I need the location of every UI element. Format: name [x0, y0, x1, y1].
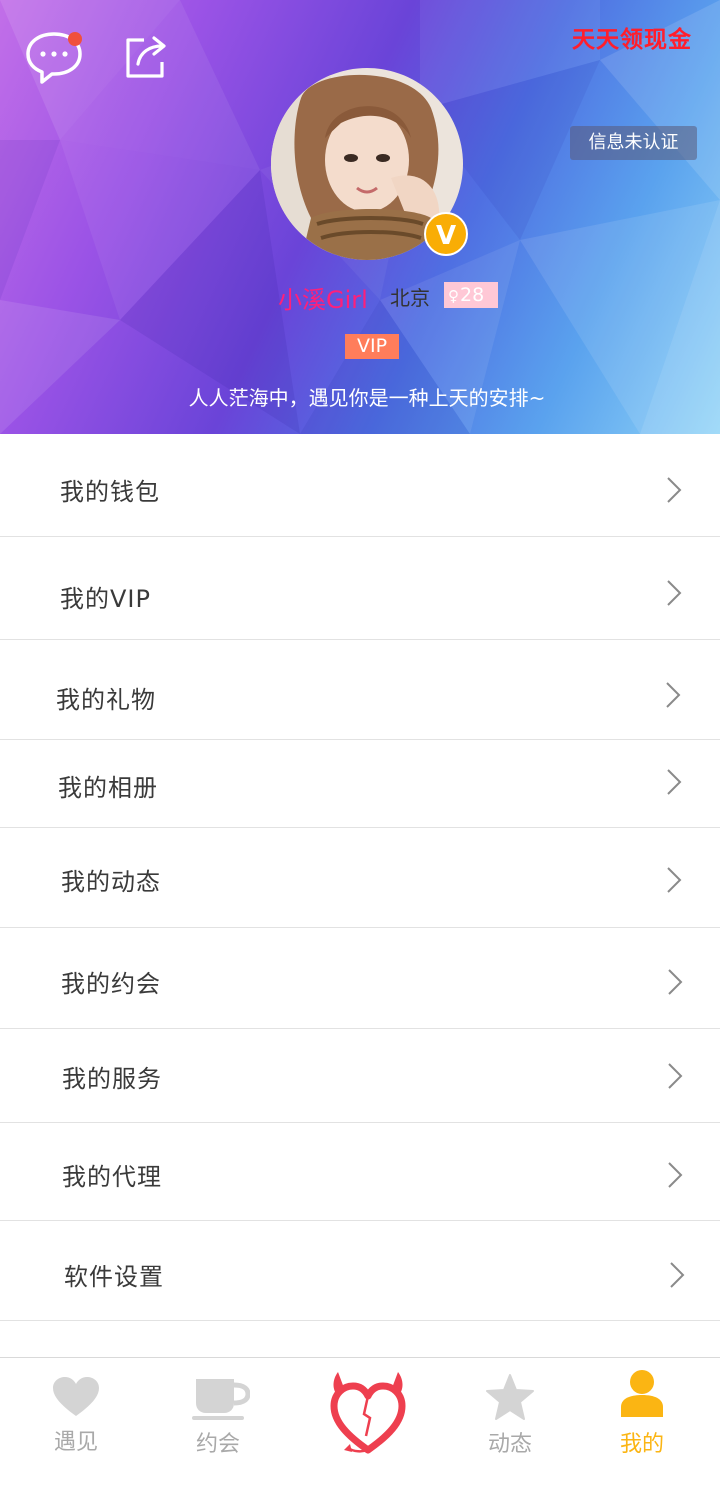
menu-item-album[interactable]: 我的相册: [0, 740, 720, 828]
menu-item-vip[interactable]: 我的VIP: [0, 537, 720, 640]
menu-item-label: 我的钱包: [60, 478, 160, 506]
devil-heart-icon: [330, 1372, 406, 1454]
menu-item-wallet[interactable]: 我的钱包: [0, 434, 720, 537]
bottom-tab-bar: 遇见 约会 动态 我的: [0, 1357, 720, 1501]
chevron-right-icon: [667, 867, 682, 893]
star-icon: [486, 1374, 534, 1420]
menu-item-label: 软件设置: [64, 1263, 164, 1291]
person-icon: [621, 1370, 663, 1417]
tab-label: 约会: [195, 1432, 240, 1457]
chevron-right-icon: [668, 1063, 683, 1089]
coffee-cup-icon: [192, 1379, 250, 1420]
chevron-right-icon: [670, 1262, 685, 1288]
menu-item-moments[interactable]: 我的动态: [0, 828, 720, 928]
menu-item-services[interactable]: 我的服务: [0, 1029, 720, 1123]
profile-header: 天天领现金 信息未认证 V 小溪Girl 北京 ♀28 VIP 人人茫海中，遇见…: [0, 0, 720, 434]
menu-item-agent[interactable]: 我的代理: [0, 1123, 720, 1221]
unread-dot: [68, 32, 82, 46]
age-value: 28: [460, 284, 485, 306]
unverified-badge[interactable]: 信息未认证: [570, 126, 697, 160]
vip-tag: VIP: [345, 334, 399, 359]
menu-item-label: 我的约会: [61, 970, 161, 998]
chevron-right-icon: [668, 969, 683, 995]
menu-item-label: 我的服务: [62, 1065, 162, 1093]
menu-item-label: 我的相册: [58, 774, 158, 802]
profile-info-row: 小溪Girl 北京 ♀28: [0, 276, 720, 316]
city-label: 北京: [390, 286, 430, 310]
chevron-right-icon: [667, 477, 682, 503]
chevron-right-icon: [667, 580, 682, 606]
chevron-right-icon: [667, 769, 682, 795]
menu-item-gifts[interactable]: 我的礼物: [0, 640, 720, 740]
chevron-right-icon: [666, 682, 681, 708]
profile-bio: 人人茫海中，遇见你是一种上天的安排~: [188, 386, 546, 410]
tab-dating[interactable]: 约会: [172, 1358, 264, 1501]
chevron-right-icon: [668, 1162, 683, 1188]
female-icon: ♀: [448, 287, 459, 305]
tab-center[interactable]: [320, 1358, 416, 1501]
daily-cash-link[interactable]: 天天领现金: [572, 20, 692, 54]
share-icon[interactable]: [124, 34, 170, 80]
tab-label: 我的: [619, 1432, 664, 1457]
tab-label: 动态: [487, 1432, 532, 1457]
menu-item-label: 我的VIP: [60, 585, 151, 613]
age-badge: ♀28: [444, 282, 498, 308]
tab-label: 遇见: [53, 1430, 98, 1455]
menu-item-dates[interactable]: 我的约会: [0, 928, 720, 1029]
tab-encounter[interactable]: 遇见: [30, 1358, 122, 1501]
menu-item-settings[interactable]: 软件设置: [0, 1221, 720, 1321]
tab-mine[interactable]: 我的: [596, 1358, 688, 1501]
menu-item-label: 我的礼物: [56, 686, 156, 714]
username: 小溪Girl: [278, 286, 368, 314]
heart-icon: [53, 1377, 99, 1416]
verified-badge: V: [424, 212, 468, 256]
menu-item-label: 我的动态: [61, 868, 161, 896]
menu-item-label: 我的代理: [62, 1163, 162, 1191]
tab-moments[interactable]: 动态: [464, 1358, 556, 1501]
